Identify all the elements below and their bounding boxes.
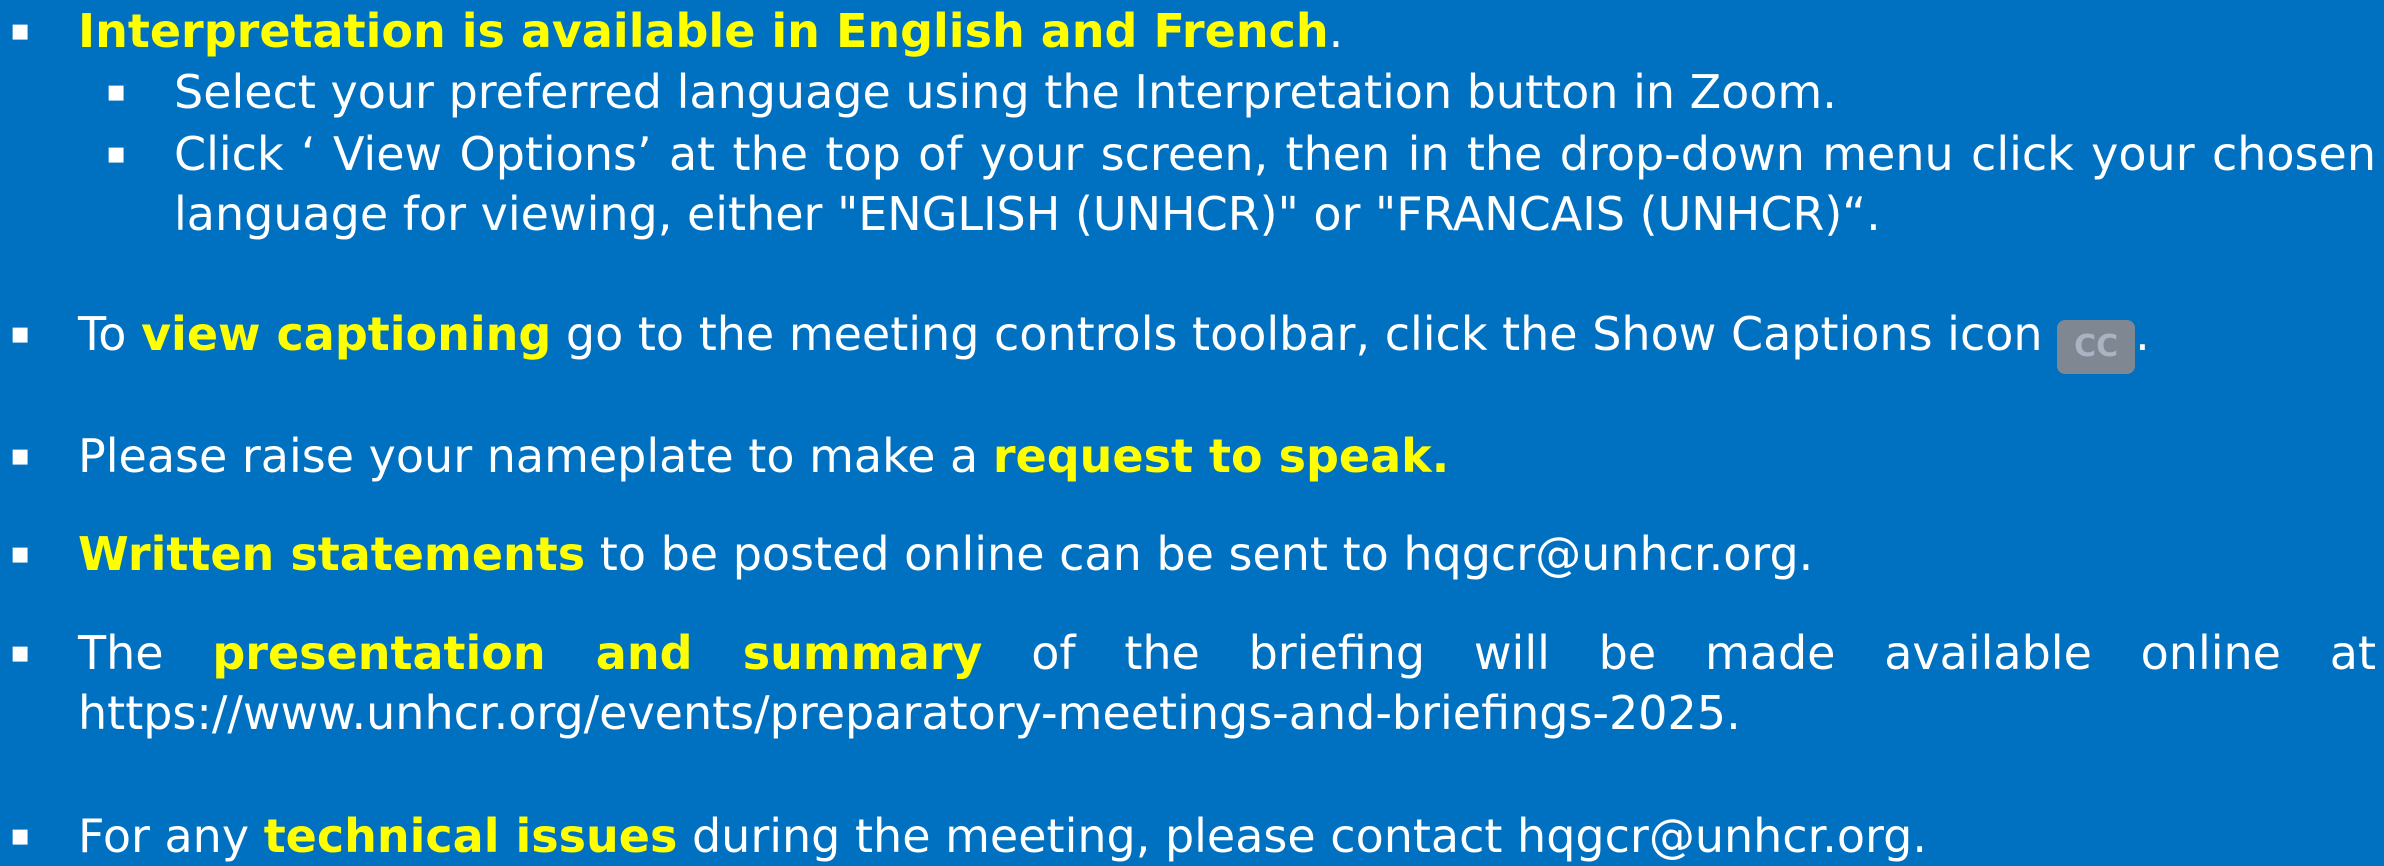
bullet-marker: ▪ bbox=[10, 438, 31, 473]
sub-bullet-select-language: ▪ Select your preferred language using t… bbox=[0, 62, 2384, 122]
select-language-text: Select your preferred language using the… bbox=[174, 65, 1837, 119]
bullet-marker: ▪ bbox=[10, 316, 31, 351]
bullet-interpretation: ▪ Interpretation is available in English… bbox=[0, 1, 2384, 61]
sub-bullet-view-options: ▪ Click ‘ View Options’ at the top of yo… bbox=[0, 124, 2384, 244]
interpretation-highlight: Interpretation is available in English a… bbox=[78, 4, 1329, 58]
speak-highlight: request to speak. bbox=[992, 429, 1450, 483]
interpretation-end: . bbox=[1328, 4, 1344, 58]
bullet-marker: ▪ bbox=[10, 536, 31, 571]
bullet-captioning: ▪ To view captioning go to the meeting c… bbox=[0, 304, 2384, 374]
bullet-request-to-speak: ▪ Please raise your nameplate to make a … bbox=[0, 426, 2384, 486]
bullet-marker: ▪ bbox=[106, 74, 127, 109]
captioning-post: go to the meeting controls toolbar, clic… bbox=[551, 307, 2058, 361]
presentation-pre: The bbox=[78, 626, 213, 680]
captioning-highlight: view captioning bbox=[141, 307, 552, 361]
speak-pre: Please raise your nameplate to make a bbox=[78, 429, 993, 483]
view-options-text: Click ‘ View Options’ at the top of your… bbox=[174, 127, 2376, 241]
bullet-technical-issues: ▪ For any technical issues during the me… bbox=[0, 806, 2384, 866]
presentation-highlight: presentation and summary bbox=[212, 626, 983, 680]
technical-pre: For any bbox=[78, 809, 264, 863]
technical-highlight: technical issues bbox=[263, 809, 678, 863]
bullet-marker: ▪ bbox=[10, 818, 31, 853]
closed-captions-icon: CC bbox=[2057, 320, 2136, 374]
slide: ▪ Interpretation is available in English… bbox=[0, 0, 2384, 863]
bullet-marker: ▪ bbox=[10, 13, 31, 48]
bullet-marker: ▪ bbox=[106, 136, 127, 171]
technical-post: during the meeting, please contact hqgcr… bbox=[677, 809, 1927, 863]
captioning-end: . bbox=[2135, 307, 2150, 361]
bullet-written-statements: ▪ Written statements to be posted online… bbox=[0, 524, 2384, 584]
statements-post: to be posted online can be sent to hqgcr… bbox=[585, 527, 1814, 581]
statements-highlight: Written statements bbox=[78, 527, 586, 581]
captioning-pre: To bbox=[78, 307, 142, 361]
bullet-marker: ▪ bbox=[10, 635, 31, 670]
bullet-presentation-summary: ▪ The presentation and summary of the br… bbox=[0, 623, 2384, 743]
